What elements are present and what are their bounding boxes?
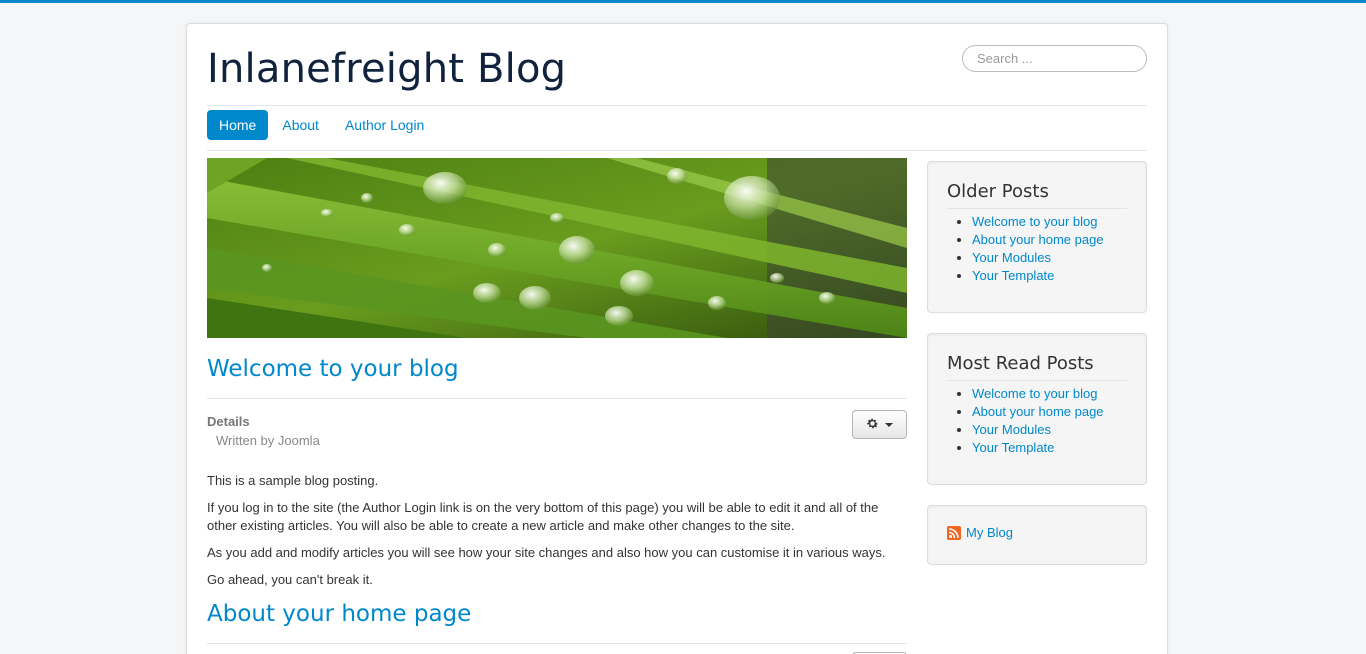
module-title: Older Posts	[947, 181, 1127, 209]
list-item: Your Modules	[972, 249, 1127, 267]
article-info: Details Written by Joomla	[207, 410, 907, 456]
menu-item-home[interactable]: Home	[207, 110, 269, 140]
chevron-down-icon	[885, 422, 893, 427]
details-label: Details	[207, 414, 250, 429]
most-read-link[interactable]: Your Modules	[972, 422, 1051, 437]
main-content: Welcome to your blog Details Written by …	[207, 358, 907, 644]
gear-icon	[866, 417, 879, 433]
paragraph: Go ahead, you can't break it.	[207, 572, 373, 587]
site-title[interactable]: Inlanefreight Blog	[207, 46, 566, 92]
header-divider	[207, 105, 1147, 106]
paragraph: As you add and modify articles you will …	[207, 545, 886, 560]
list-item: About your home page	[972, 403, 1127, 421]
paragraph: This is a sample blog posting.	[207, 473, 379, 488]
older-posts-list: Welcome to your blog About your home pag…	[947, 213, 1127, 285]
menu-item-author-login[interactable]: Author Login	[333, 110, 436, 140]
list-item: About your home page	[972, 231, 1127, 249]
older-post-link[interactable]: Your Template	[972, 268, 1054, 283]
menu-item-about[interactable]: About	[270, 110, 331, 140]
search-input[interactable]	[962, 45, 1147, 72]
article-divider	[207, 398, 907, 399]
banner-image	[207, 158, 907, 338]
most-read-link[interactable]: About your home page	[972, 404, 1104, 419]
main-menu: Home About Author Login	[207, 110, 438, 140]
feed-link[interactable]: My Blog	[947, 525, 1127, 540]
menu-divider	[207, 150, 1147, 151]
article-tools-button[interactable]	[852, 410, 907, 439]
list-item: Your Modules	[972, 421, 1127, 439]
article-title[interactable]: Welcome to your blog	[207, 358, 907, 381]
feed-module: My Blog	[927, 505, 1147, 565]
most-read-list: Welcome to your blog About your home pag…	[947, 385, 1127, 457]
most-read-link[interactable]: Welcome to your blog	[972, 386, 1098, 401]
list-item: Welcome to your blog	[972, 213, 1127, 231]
list-item: Welcome to your blog	[972, 385, 1127, 403]
rss-icon	[947, 525, 961, 540]
older-post-link[interactable]: Your Modules	[972, 250, 1051, 265]
list-item: Your Template	[972, 267, 1127, 285]
most-read-module: Most Read Posts Welcome to your blog Abo…	[927, 333, 1147, 485]
older-posts-module: Older Posts Welcome to your blog About y…	[927, 161, 1147, 313]
article-title[interactable]: About your home page	[207, 603, 907, 626]
older-post-link[interactable]: About your home page	[972, 232, 1104, 247]
feed-label: My Blog	[966, 525, 1013, 540]
paragraph: If you log in to the site (the Author Lo…	[207, 500, 879, 533]
module-title: Most Read Posts	[947, 353, 1127, 381]
article-body: This is a sample blog posting. If you lo…	[207, 472, 907, 589]
author-line: Written by Joomla	[216, 433, 320, 448]
list-item: Your Template	[972, 439, 1127, 457]
article-divider	[207, 643, 907, 644]
older-post-link[interactable]: Welcome to your blog	[972, 214, 1098, 229]
most-read-link[interactable]: Your Template	[972, 440, 1054, 455]
page-container: Inlanefreight Blog Home About Author Log…	[186, 23, 1168, 654]
